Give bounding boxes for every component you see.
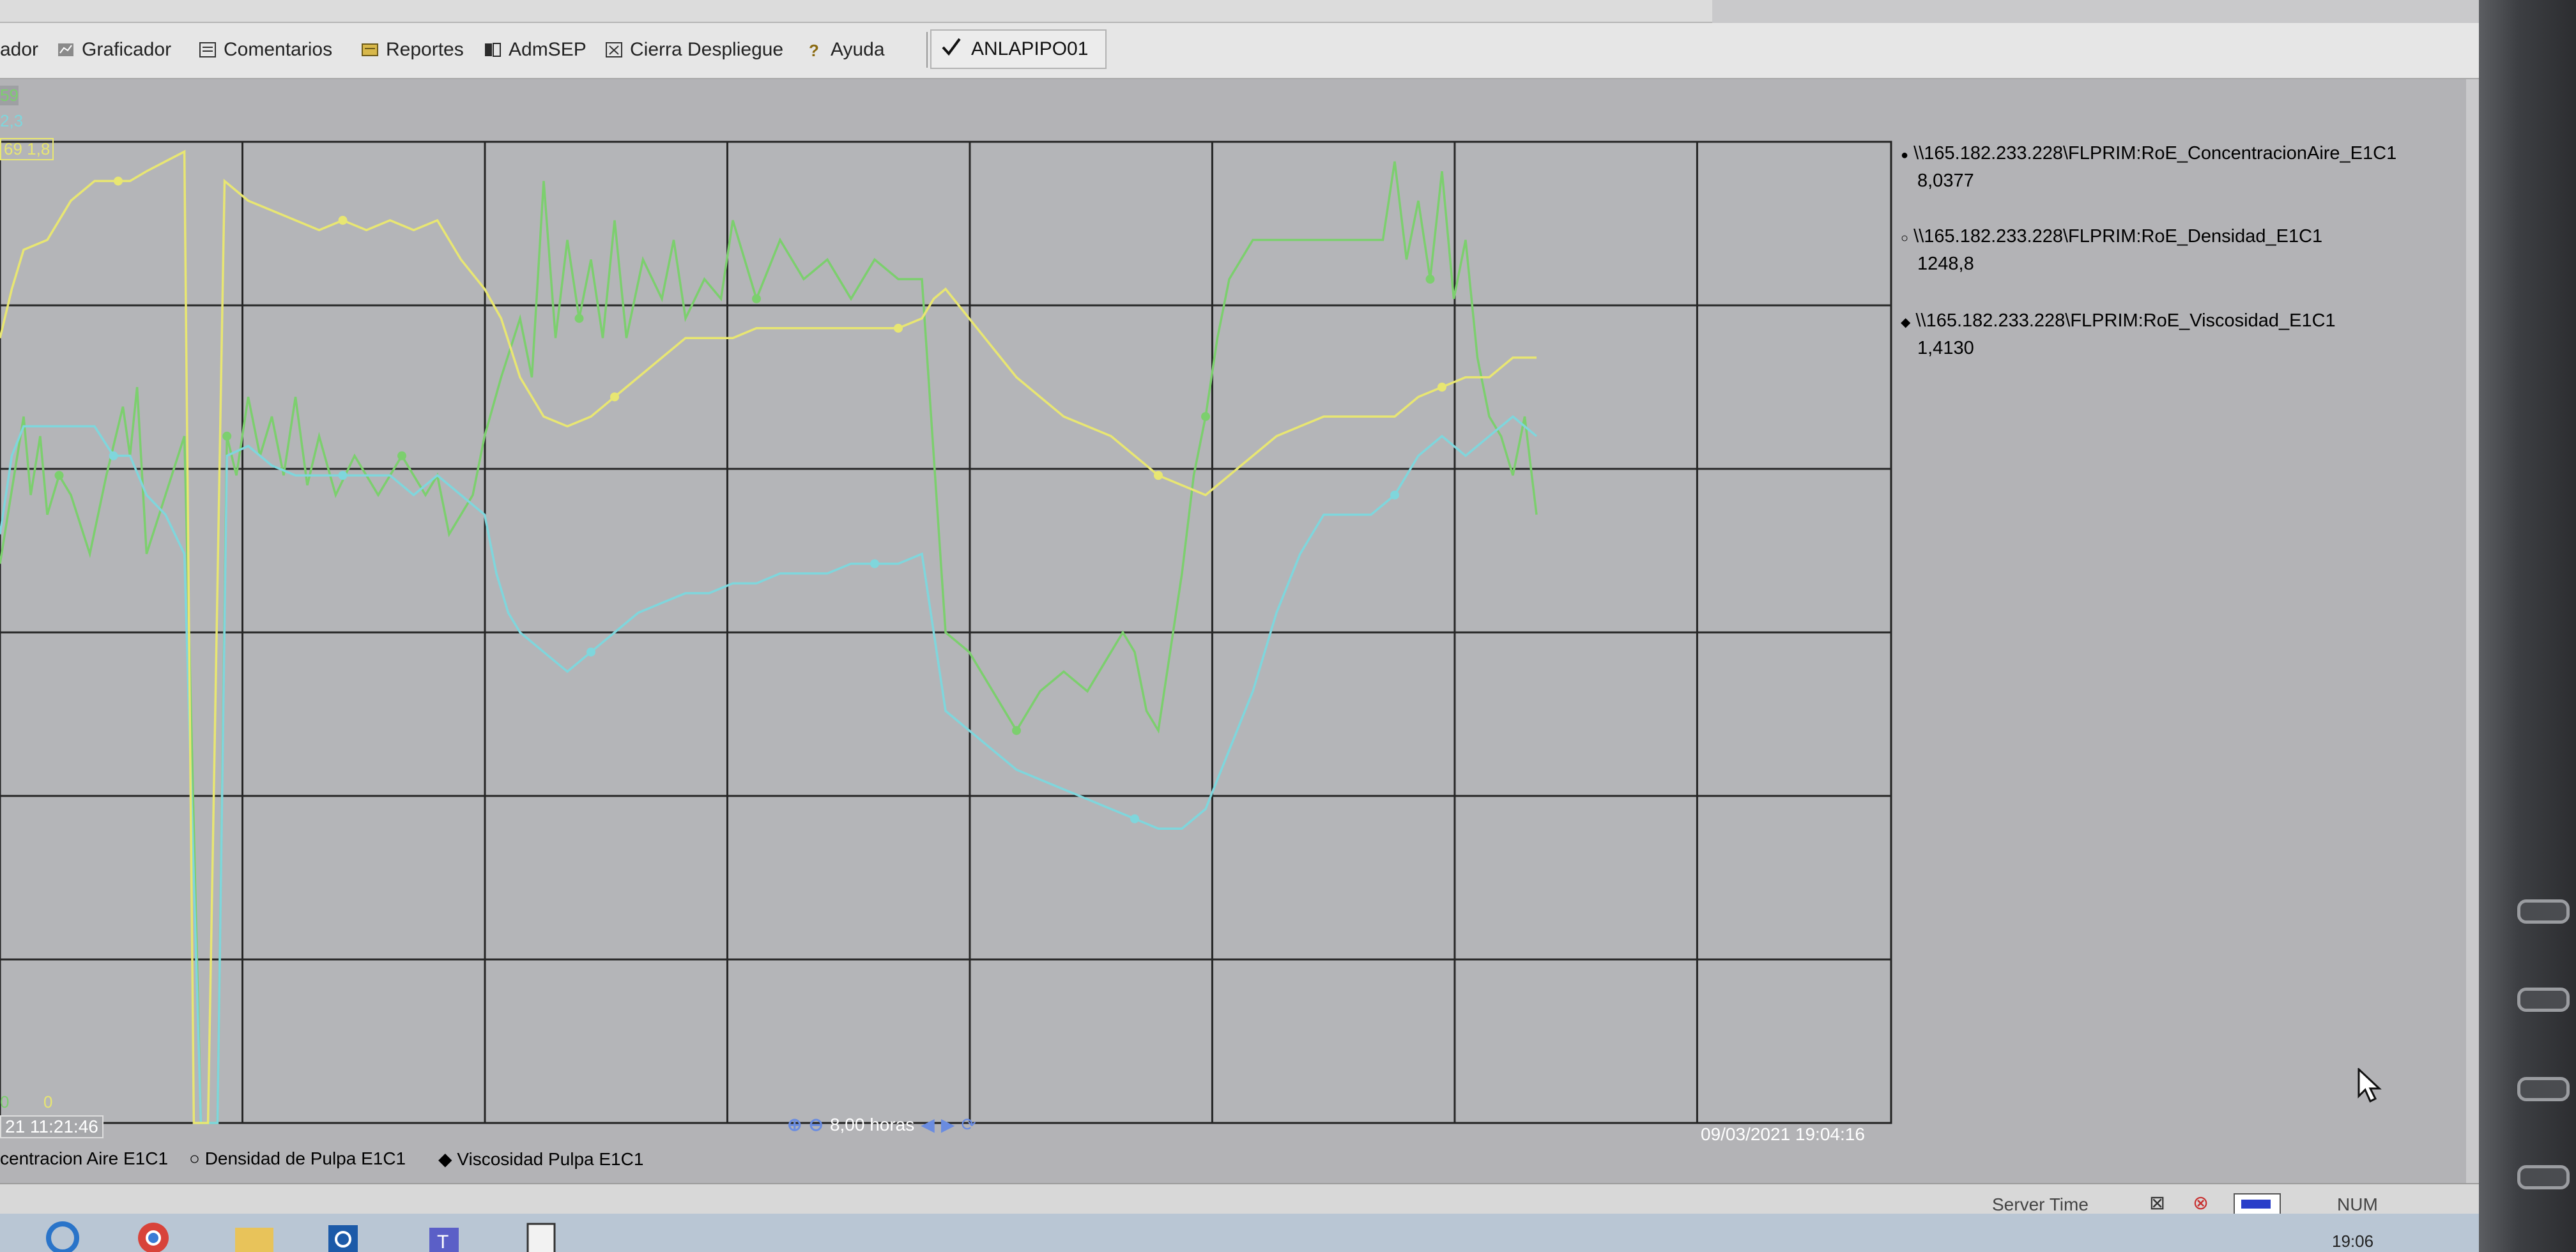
monitor-button xyxy=(2517,1077,2570,1101)
data-point-marker xyxy=(752,294,761,303)
time-span-label: 8,00 horas xyxy=(829,1114,915,1134)
comment-icon xyxy=(198,40,217,59)
legend-entry-viscosidad[interactable]: ◆ \\165.182.233.228\FLPRIM:RoE_Viscosida… xyxy=(1901,310,2336,359)
menu-label: Comentarios xyxy=(224,39,333,60)
legend-value: 8,0377 xyxy=(1917,171,1974,191)
scale-label-cyan: 2,3 xyxy=(0,111,24,130)
data-point-marker xyxy=(1425,275,1435,284)
bottom-legend-densidad[interactable]: ○ Densidad de Pulpa E1C1 xyxy=(189,1149,406,1169)
legend-tag-name: \\165.182.233.228\FLPRIM:RoE_Concentraci… xyxy=(1913,143,2397,164)
data-point-marker xyxy=(338,215,348,225)
scroll-forward-icon[interactable]: ▶ xyxy=(941,1114,955,1135)
data-point-marker xyxy=(610,392,619,402)
close-window-icon xyxy=(604,40,624,59)
data-point-marker xyxy=(109,451,118,461)
teams-icon[interactable]: T xyxy=(414,1219,484,1252)
svg-text:T: T xyxy=(437,1232,448,1252)
file-explorer-icon[interactable] xyxy=(221,1219,291,1252)
mouse-cursor-icon xyxy=(2358,1067,2383,1106)
data-point-marker xyxy=(894,323,903,333)
menu-item-graficador[interactable]: Graficador xyxy=(56,36,171,64)
menu-label: Cierra Despliegue xyxy=(630,39,784,60)
time-end-label: 09/03/2021 19:04:16 xyxy=(1701,1124,1865,1144)
num-lock-indicator: NUM xyxy=(2337,1195,2378,1214)
trend-chart-panel[interactable]: 59 2,3 69 1,8 0 0 21 11:21:46 ⊕ ⊖ 8,00 h… xyxy=(0,79,2466,1183)
menu-item-ayuda[interactable]: ? Ayuda xyxy=(805,36,885,64)
data-point-marker xyxy=(1130,814,1139,823)
menu-label: Ayuda xyxy=(831,39,885,60)
notepad-icon[interactable] xyxy=(511,1219,581,1252)
time-span-controls[interactable]: ⊕ ⊖ 8,00 horas ◀ ▶ ⟳ xyxy=(787,1114,976,1135)
menu-item-reportes[interactable]: Reportes xyxy=(360,36,464,64)
data-point-marker xyxy=(54,471,64,480)
graph-icon xyxy=(56,40,75,59)
blue-status-indicator xyxy=(2234,1193,2281,1215)
data-point-marker xyxy=(870,559,879,569)
data-point-marker xyxy=(1201,412,1210,422)
scroll-back-icon[interactable]: ◀ xyxy=(921,1114,935,1135)
network-icon: ⊠ xyxy=(2149,1193,2166,1214)
monitor-button xyxy=(2517,988,2570,1012)
report-icon xyxy=(360,40,379,59)
help-icon: ? xyxy=(805,40,824,60)
monitor-button xyxy=(2517,1165,2570,1189)
legend-tag-name: \\165.182.233.228\FLPRIM:RoE_Densidad_E1… xyxy=(1913,226,2323,247)
menu-label: Graficador xyxy=(82,39,172,60)
bottom-legend-viscosidad[interactable]: ◆ Viscosidad Pulpa E1C1 xyxy=(438,1149,643,1170)
data-point-marker xyxy=(114,176,123,186)
error-icon: ⊗ xyxy=(2193,1193,2209,1214)
monitor-screen: ador Graficador Comentarios Reportes Adm… xyxy=(0,0,2479,1252)
scale-label-bottom-b: 0 xyxy=(43,1092,53,1111)
formatting-toolbar xyxy=(0,0,1712,23)
internet-explorer-icon[interactable] xyxy=(32,1219,102,1252)
data-point-marker xyxy=(574,314,584,323)
data-point-marker xyxy=(397,451,406,461)
data-point-marker xyxy=(1012,726,1021,735)
data-point-marker xyxy=(1154,471,1163,480)
zoom-in-icon[interactable]: ⊕ xyxy=(787,1114,802,1135)
menu-label: AdmSEP xyxy=(509,39,586,60)
zoom-out-icon[interactable]: ⊖ xyxy=(808,1114,823,1135)
outlook-icon[interactable] xyxy=(316,1219,386,1252)
data-point-marker xyxy=(1438,383,1446,392)
display-tab-label: ANLAPIPO01 xyxy=(971,38,1089,59)
scale-label-bottom-a: 0 xyxy=(0,1092,10,1111)
menu-label: ador xyxy=(0,39,39,60)
menu-label: Reportes xyxy=(386,39,464,60)
monitor-button xyxy=(2517,899,2570,924)
data-point-marker xyxy=(1390,490,1399,500)
menu-item-graficador-truncated[interactable]: ador xyxy=(0,36,38,64)
refresh-icon[interactable]: ⟳ xyxy=(961,1114,976,1135)
legend-value: 1,4130 xyxy=(1917,338,1974,358)
legend-marker: ◆ xyxy=(1901,316,1911,330)
menu-item-admsep[interactable]: AdmSEP xyxy=(483,36,586,64)
legend-entry-densidad[interactable]: ○ \\165.182.233.228\FLPRIM:RoE_Densidad_… xyxy=(1901,226,2322,275)
legend-entry-concentracion[interactable]: ● \\165.182.233.228\FLPRIM:RoE_Concentra… xyxy=(1901,143,2396,192)
monitor-bezel xyxy=(2479,0,2576,1252)
bottom-trace-legend: centracion Aire E1C1 ○ Densidad de Pulpa… xyxy=(0,1149,767,1174)
legend-marker: ● xyxy=(1901,148,1909,162)
legend-marker: ○ xyxy=(1901,231,1909,245)
checkmark-icon xyxy=(940,36,962,63)
legend-value: 1248,8 xyxy=(1917,254,1974,274)
menu-item-cierra-despliegue[interactable]: Cierra Despliegue xyxy=(604,36,783,64)
data-point-marker xyxy=(338,471,348,480)
menu-separator xyxy=(926,32,928,68)
scale-label-green: 59 xyxy=(0,86,19,105)
legend-tag-name: \\165.182.233.228\FLPRIM:RoE_Viscosidad_… xyxy=(1915,310,2336,331)
book-icon xyxy=(483,40,502,59)
menu-item-comentarios[interactable]: Comentarios xyxy=(198,36,332,64)
display-tab-anlapipo01[interactable]: ANLAPIPO01 xyxy=(930,29,1107,69)
time-start-label: 21 11:21:46 xyxy=(0,1115,103,1138)
taskbar-clock: 19:06 xyxy=(2332,1232,2374,1251)
chrome-icon[interactable] xyxy=(121,1219,192,1252)
windows-taskbar: T 19:06 xyxy=(0,1214,2479,1252)
server-time-label: Server Time xyxy=(1992,1195,2089,1214)
svg-text:?: ? xyxy=(809,41,819,59)
data-point-marker xyxy=(222,431,232,441)
menu-bar: ador Graficador Comentarios Reportes Adm… xyxy=(0,23,2479,79)
scale-label-yellow: 69 1,8 xyxy=(0,138,54,160)
data-point-marker xyxy=(586,647,595,657)
bottom-legend-concentracion[interactable]: centracion Aire E1C1 xyxy=(0,1149,168,1169)
